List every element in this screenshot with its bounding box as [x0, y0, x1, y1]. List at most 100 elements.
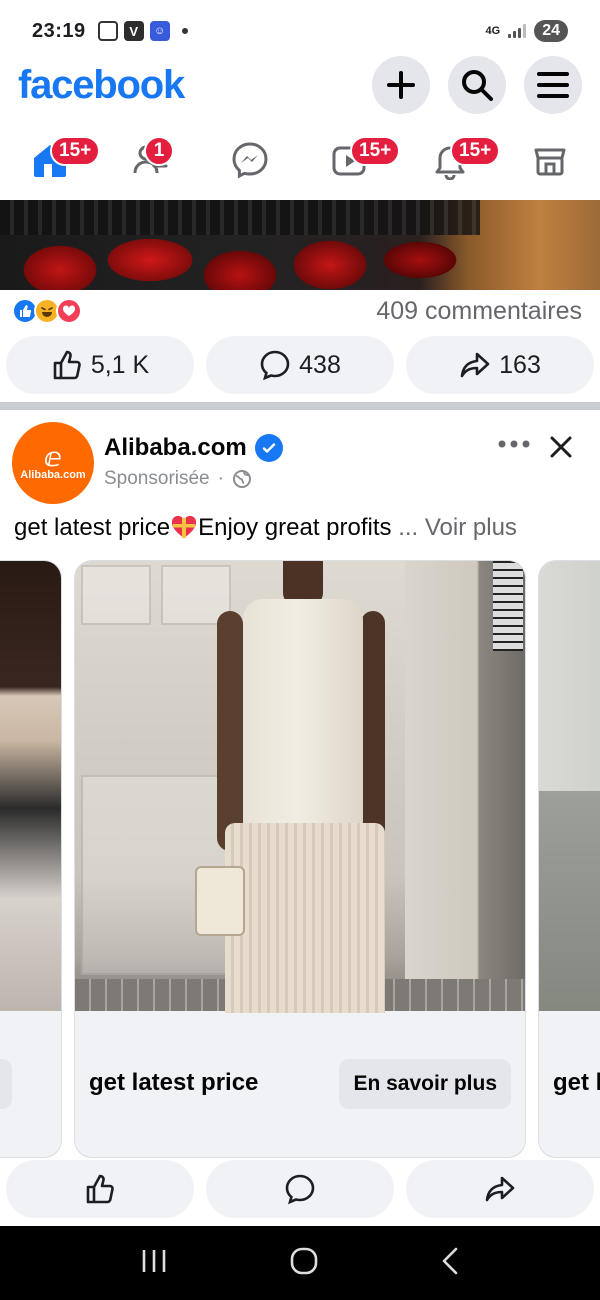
advertiser-name-row[interactable]: Alibaba.com [104, 434, 283, 462]
carousel-card-previous[interactable]: plus [0, 560, 62, 1158]
marketplace-icon [534, 148, 566, 176]
menu-button[interactable] [524, 56, 582, 114]
sponsored-separator: · [217, 468, 224, 489]
model-figure [195, 561, 395, 1013]
sponsored-post-header: ⅇ Alibaba.com Alibaba.com Sponsorisée · [0, 414, 600, 510]
ad-comment-button[interactable] [206, 1160, 394, 1218]
home-nav-button[interactable] [289, 1246, 319, 1281]
learn-more-button[interactable]: En savoir plus [339, 1059, 511, 1109]
hide-post-button[interactable] [548, 434, 574, 465]
advertiser-name[interactable]: Alibaba.com [104, 434, 247, 462]
alibaba-logo-icon: ⅇ [44, 442, 62, 472]
menu-icon [537, 72, 569, 98]
comment-icon [260, 350, 290, 381]
nav-notifications[interactable]: 15+ [420, 130, 501, 190]
nav-friends[interactable]: 1 [120, 130, 180, 190]
like-count: 5,1 K [90, 350, 150, 379]
avatar-label: Alibaba.com [20, 469, 86, 481]
carousel-card-title: get latest price [89, 1069, 259, 1096]
comment-button[interactable]: 438 [206, 336, 394, 394]
previous-post-image[interactable] [0, 200, 600, 290]
share-icon [485, 1176, 515, 1202]
facebook-logo[interactable]: facebook [18, 63, 185, 108]
like-icon [53, 350, 81, 380]
carousel-card-image[interactable] [539, 561, 600, 1011]
nav-home-badge: 15+ [50, 136, 101, 166]
nav-marketplace[interactable] [520, 130, 580, 190]
network-type: 4G [485, 25, 501, 37]
see-more-link[interactable]: Voir plus [425, 514, 517, 541]
comments-count[interactable]: 409 commentaires [376, 297, 582, 326]
globe-icon [232, 470, 251, 488]
carousel-card-current[interactable]: get latest price En savoir plus [74, 560, 526, 1158]
sponsored-label-row: Sponsorisée · [104, 468, 252, 490]
nav-friends-badge: 1 [144, 136, 174, 166]
v-app-icon: V [123, 21, 144, 41]
stone-column [405, 561, 525, 1011]
dress-skirt [225, 823, 385, 1013]
signal-icon [508, 24, 527, 38]
feed-separator [0, 402, 600, 410]
facebook-feed-screen: 23:19 V ☺ 4G 24 facebook 15+ 1 15+ 15+ 4… [0, 0, 600, 1300]
plus-icon [387, 71, 415, 99]
messenger-icon [232, 142, 268, 179]
back-icon [442, 1247, 457, 1274]
product-image[interactable] [75, 561, 525, 1013]
home-circle-icon [290, 1247, 318, 1274]
ad-text: get latest price Enjoy great profits ... … [14, 514, 594, 542]
carousel-card-image[interactable] [0, 561, 61, 1011]
advertiser-avatar[interactable]: ⅇ Alibaba.com [12, 422, 94, 504]
window-grate [493, 561, 523, 651]
nav-video-badge: 15+ [350, 136, 401, 166]
close-icon [550, 436, 572, 458]
status-right-icons: 4G 24 [486, 20, 568, 42]
gift-heart-icon [170, 515, 198, 539]
status-time: 23:19 [32, 19, 86, 42]
battery-level: 24 [534, 20, 568, 42]
ad-text-part2: Enjoy great profits [198, 514, 392, 541]
back-button[interactable] [440, 1246, 460, 1281]
main-nav: 15+ 1 15+ 15+ [0, 122, 600, 198]
share-button[interactable]: 163 [406, 336, 594, 394]
ad-text-ellipsis: ... [391, 514, 425, 541]
like-icon [86, 1174, 114, 1204]
more-icon [498, 440, 530, 448]
ad-post-actions [6, 1160, 594, 1218]
android-nav-bar [0, 1226, 600, 1300]
carousel-card-next[interactable]: get l [538, 560, 600, 1158]
more-notifications-dot [181, 28, 188, 34]
ad-like-button[interactable] [6, 1160, 194, 1218]
nav-home[interactable]: 15+ [20, 130, 101, 190]
comment-count: 438 [299, 350, 341, 379]
ad-text-part1: get latest price [14, 514, 171, 541]
love-reaction-icon [56, 298, 82, 324]
screenshot-icon [97, 21, 118, 41]
comment-icon [285, 1174, 315, 1205]
model-arm-left [217, 611, 243, 851]
verified-badge-icon [254, 434, 283, 462]
like-button[interactable]: 5,1 K [6, 336, 194, 394]
reactions-summary[interactable]: 409 commentaires [12, 296, 588, 326]
sponsored-label: Sponsorisée [104, 468, 210, 489]
more-options-button[interactable] [498, 436, 530, 454]
carousel-card-title: get l [553, 1069, 600, 1096]
status-notification-icons: V ☺ [97, 21, 188, 41]
create-button[interactable] [372, 56, 430, 114]
model-arm-right [361, 611, 385, 851]
ad-carousel[interactable]: plus get latest pric [0, 560, 600, 1158]
recent-apps-icon [143, 1249, 166, 1272]
nav-notifications-badge: 15+ [450, 136, 501, 166]
recent-apps-button[interactable] [140, 1248, 168, 1279]
search-button[interactable] [448, 56, 506, 114]
handbag [195, 866, 245, 936]
previous-post-actions: 5,1 K 438 163 [6, 336, 594, 394]
share-icon [460, 352, 490, 378]
wall-panel [81, 565, 151, 625]
share-count: 163 [499, 350, 541, 379]
search-icon [462, 70, 493, 101]
nav-messenger[interactable] [220, 130, 280, 190]
ad-share-button[interactable] [406, 1160, 594, 1218]
nav-video[interactable]: 15+ [320, 130, 401, 190]
carousel-card-cta[interactable]: plus [0, 1059, 13, 1109]
app-notification-icon: ☺ [149, 21, 170, 41]
